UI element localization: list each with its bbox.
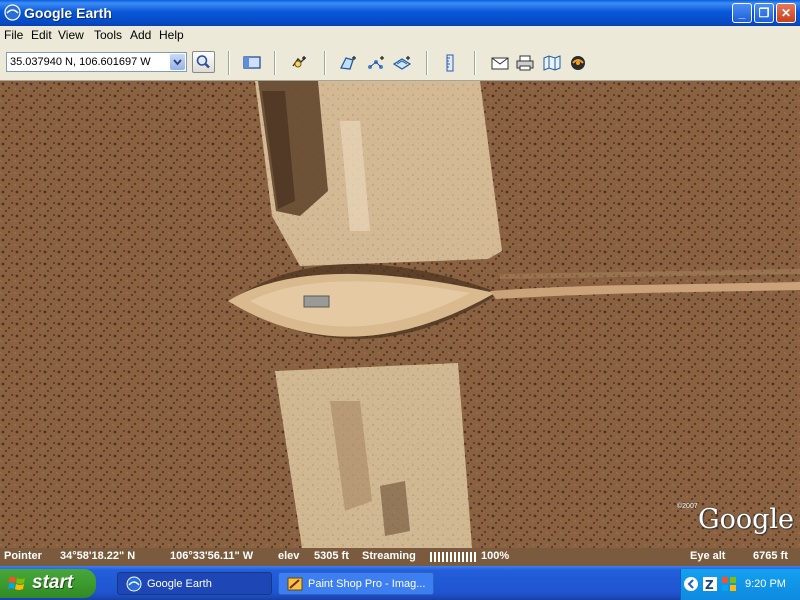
toolbar-separator — [274, 51, 276, 75]
toolbar-separator — [324, 51, 326, 75]
title-bar[interactable]: Google Earth _ ❐ ✕ — [0, 0, 800, 26]
system-tray: Z 9:20 PM — [680, 569, 800, 600]
elevation-label: elev — [278, 550, 300, 562]
search-icon — [196, 55, 210, 69]
close-button[interactable]: ✕ — [776, 3, 796, 23]
menu-tools[interactable]: Tools — [94, 28, 122, 42]
window-title: Google Earth — [24, 5, 112, 21]
ruler-icon[interactable] — [440, 54, 460, 72]
google-earth-icon — [126, 576, 142, 592]
search-input[interactable]: 35.037940 N, 106.601697 W — [6, 52, 187, 72]
zonealarm-icon[interactable]: Z — [702, 576, 718, 592]
menu-file[interactable]: File — [4, 28, 23, 42]
streaming-progress-bar — [430, 552, 476, 562]
earth-map-view[interactable]: ©2007 Google — [0, 81, 800, 548]
menu-help[interactable]: Help — [159, 28, 184, 42]
map-icon[interactable] — [542, 54, 562, 72]
clock: 9:20 PM — [745, 578, 786, 590]
google-logo: Google — [698, 504, 794, 535]
imagery-copyright: ©2007 — [677, 503, 698, 510]
menu-bar: File Edit View Tools Add Help — [0, 26, 800, 45]
sky-icon[interactable] — [568, 54, 588, 72]
pointer-longitude: 106°33'56.11" W — [170, 550, 254, 562]
toolbar-separator — [474, 51, 476, 75]
menu-add[interactable]: Add — [130, 28, 151, 42]
svg-text:Z: Z — [705, 578, 714, 592]
streaming-label: Streaming — [362, 550, 416, 562]
pointer-latitude: 34°58'18.22" N — [60, 550, 136, 562]
toolbar-separator — [426, 51, 428, 75]
streaming-percent: 100% — [481, 550, 510, 562]
taskbar-item-paint-shop-pro[interactable]: Paint Shop Pro - Imag... — [278, 572, 434, 595]
chevron-left-icon[interactable] — [683, 576, 699, 592]
chevron-down-icon[interactable] — [170, 54, 185, 70]
status-bar: Pointer 34°58'18.22" N 106°33'56.11" W e… — [0, 548, 800, 566]
email-icon[interactable] — [490, 54, 510, 72]
taskbar: start Google Earth Paint Shop Pro - Imag… — [0, 566, 800, 600]
taskbar-item-google-earth[interactable]: Google Earth — [117, 572, 272, 595]
image-overlay-icon[interactable] — [392, 54, 412, 72]
pointer-label: Pointer — [4, 550, 42, 562]
search-button[interactable] — [192, 51, 215, 73]
sidebar-toggle-icon[interactable] — [242, 54, 262, 72]
satellite-imagery — [0, 81, 800, 548]
search-value: 35.037940 N, 106.601697 W — [10, 56, 151, 68]
toolbar-separator — [228, 51, 230, 75]
eye-altitude-value: 6765 ft — [753, 550, 788, 562]
task-label: Paint Shop Pro - Imag... — [308, 578, 426, 590]
menu-edit[interactable]: Edit — [31, 28, 52, 42]
path-icon[interactable] — [366, 54, 386, 72]
minimize-button[interactable]: _ — [732, 3, 752, 23]
placemark-icon[interactable] — [289, 54, 309, 72]
eye-altitude-label: Eye alt — [690, 550, 726, 562]
start-button[interactable]: start — [0, 569, 96, 598]
elevation-value: 5305 ft — [314, 550, 349, 562]
print-icon[interactable] — [515, 54, 535, 72]
start-label: start — [32, 572, 74, 593]
task-label: Google Earth — [147, 578, 212, 590]
polygon-icon[interactable] — [338, 54, 358, 72]
toolbar: 35.037940 N, 106.601697 W — [0, 45, 800, 81]
menu-view[interactable]: View — [58, 28, 84, 42]
maximize-button[interactable]: ❐ — [754, 3, 774, 23]
windows-flag-icon — [8, 577, 25, 590]
paint-shop-pro-icon — [287, 577, 303, 591]
google-earth-app-icon — [4, 4, 21, 21]
windows-tray-icon[interactable] — [721, 576, 737, 592]
